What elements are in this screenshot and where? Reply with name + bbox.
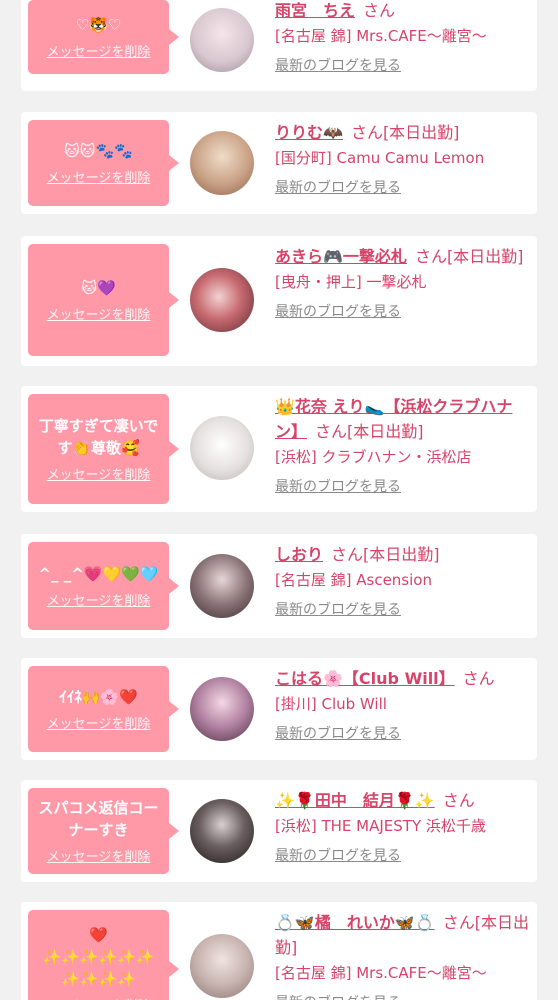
avatar[interactable] — [190, 8, 254, 72]
message-card: 丁寧すぎて凄いで す👏尊敬🥰 メッセージを削除 👑花奈 えり🥿【浜松クラブハナン… — [21, 386, 537, 512]
cast-name-link[interactable]: 雨宮 ちえ — [275, 1, 355, 20]
delete-message-link[interactable]: メッセージを削除 — [47, 464, 151, 483]
message-bubble: 🐱💜 メッセージを削除 — [28, 244, 179, 356]
shop-name: [国分町] Camu Camu Lemon — [275, 149, 485, 167]
cast-name-link[interactable]: こはる🌸【Club Will】 — [275, 669, 455, 688]
message-bubble: ♡🐯♡ メッセージを削除 — [28, 0, 179, 74]
message-text: 🐱💜 — [81, 279, 116, 297]
cast-name-suffix: さん — [462, 669, 495, 688]
delete-message-link[interactable]: メッセージを削除 — [47, 846, 151, 865]
cast-name-suffix: さん[本日出勤] — [331, 545, 440, 564]
cast-name-suffix: さん — [442, 791, 475, 810]
message-card: ｲｲﾈ🙌🌸❤️ メッセージを削除 こはる🌸【Club Will】 さん [掛川] … — [21, 658, 537, 760]
cast-info: 雨宮 ちえ さん [名古屋 錦] Mrs.CAFE〜離宮〜 最新のブログを見る — [275, 0, 529, 75]
latest-blog-link[interactable]: 最新のブログを見る — [275, 723, 401, 743]
avatar[interactable] — [190, 554, 254, 618]
cast-name-link[interactable]: あきら🎮一撃必札 — [275, 247, 407, 266]
shop-name: [浜松] THE MAJESTY 浜松千歳 — [275, 817, 486, 835]
cast-info: しおり さん[本日出勤] [名古屋 錦] Ascension 最新のブログを見る — [275, 542, 529, 619]
latest-blog-link[interactable]: 最新のブログを見る — [275, 599, 401, 619]
latest-blog-link[interactable]: 最新のブログを見る — [275, 177, 401, 197]
cast-info: ✨🌹田中 結月🌹✨ さん [浜松] THE MAJESTY 浜松千歳 最新のブログ… — [275, 788, 529, 865]
delete-message-link[interactable]: メッセージを削除 — [47, 167, 151, 186]
cast-name-suffix: さん — [363, 1, 396, 20]
message-bubble: 丁寧すぎて凄いで す👏尊敬🥰 メッセージを削除 — [28, 394, 179, 504]
cast-name-suffix: さん[本日出勤] — [350, 123, 460, 142]
message-text: 🐱🐱🐾🐾 — [64, 142, 133, 160]
cast-name-link[interactable]: しおり — [275, 545, 323, 564]
message-bubble: ❤️ ✨✨✨✨✨✨ ✨✨✨✨ メッセージを削除 — [28, 910, 179, 1000]
shop-name: [曳舟・押上] 一撃必札 — [275, 273, 427, 291]
avatar[interactable] — [190, 268, 254, 332]
latest-blog-link[interactable]: 最新のブログを見る — [275, 55, 401, 75]
message-card: ❤️ ✨✨✨✨✨✨ ✨✨✨✨ メッセージを削除 💍🦋橘 れいか🦋💍さん[本日出勤… — [21, 902, 537, 1000]
avatar[interactable] — [190, 416, 254, 480]
cast-info: りりむ🦇 さん[本日出勤] [国分町] Camu Camu Lemon 最新のブロ… — [275, 120, 529, 197]
message-bubble: ｲｲﾈ🙌🌸❤️ メッセージを削除 — [28, 666, 179, 752]
message-card: スパコメ返信コー ナーすき メッセージを削除 ✨🌹田中 結月🌹✨ さん [浜松] … — [21, 780, 537, 882]
delete-message-link[interactable]: メッセージを削除 — [47, 713, 151, 732]
message-bubble: スパコメ返信コー ナーすき メッセージを削除 — [28, 788, 179, 874]
shop-name: [名古屋 錦] Mrs.CAFE〜離宮〜 — [275, 27, 487, 45]
shop-name: [浜松] クラブハナン・浜松店 — [275, 448, 472, 466]
message-text: ♡🐯♡ — [75, 16, 122, 34]
cast-name-link[interactable]: 💍🦋橘 れいか🦋💍 — [275, 913, 435, 932]
avatar[interactable] — [190, 677, 254, 741]
cast-info: こはる🌸【Club Will】 さん [掛川] Club Will 最新のブログを… — [275, 666, 529, 743]
message-text: ❤️ ✨✨✨✨✨✨ ✨✨✨✨ — [42, 926, 155, 988]
avatar[interactable] — [190, 799, 254, 863]
cast-info: あきら🎮一撃必札 さん[本日出勤] [曳舟・押上] 一撃必札 最新のブログを見る — [275, 244, 529, 321]
message-bubble: 🐱🐱🐾🐾 メッセージを削除 — [28, 120, 179, 206]
avatar[interactable] — [190, 131, 254, 195]
message-card: 🐱🐱🐾🐾 メッセージを削除 りりむ🦇 さん[本日出勤] [国分町] Camu Ca… — [21, 112, 537, 214]
message-text: ^_ _^💗💛💚🩵 — [38, 565, 159, 583]
avatar[interactable] — [190, 934, 254, 998]
cast-info: 💍🦋橘 れいか🦋💍さん[本日出勤] [名古屋 錦] Mrs.CAFE〜離宮〜 最… — [275, 910, 529, 1000]
delete-message-link[interactable]: メッセージを削除 — [47, 590, 151, 609]
delete-message-link[interactable]: メッセージを削除 — [47, 995, 151, 1000]
shop-name: [掛川] Club Will — [275, 695, 387, 713]
delete-message-link[interactable]: メッセージを削除 — [47, 304, 151, 323]
delete-message-link[interactable]: メッセージを削除 — [47, 41, 151, 60]
cast-name-suffix: さん[本日出勤] — [414, 247, 524, 266]
cast-name-link[interactable]: りりむ🦇 — [275, 123, 343, 142]
latest-blog-link[interactable]: 最新のブログを見る — [275, 476, 401, 496]
message-card: 🐱💜 メッセージを削除 あきら🎮一撃必札 さん[本日出勤] [曳舟・押上] 一撃必… — [21, 236, 537, 366]
shop-name: [名古屋 錦] Mrs.CAFE〜離宮〜 — [275, 964, 487, 982]
message-text: 丁寧すぎて凄いで す👏尊敬🥰 — [38, 417, 159, 457]
latest-blog-link[interactable]: 最新のブログを見る — [275, 992, 401, 1000]
message-card: ♡🐯♡ メッセージを削除 雨宮 ちえ さん [名古屋 錦] Mrs.CAFE〜離宮… — [21, 0, 537, 91]
message-card: ^_ _^💗💛💚🩵 メッセージを削除 しおり さん[本日出勤] [名古屋 錦] A… — [21, 534, 537, 638]
latest-blog-link[interactable]: 最新のブログを見る — [275, 845, 401, 865]
message-bubble: ^_ _^💗💛💚🩵 メッセージを削除 — [28, 542, 179, 630]
shop-name: [名古屋 錦] Ascension — [275, 571, 432, 589]
message-text: ｲｲﾈ🙌🌸❤️ — [59, 688, 138, 706]
latest-blog-link[interactable]: 最新のブログを見る — [275, 301, 401, 321]
message-text: スパコメ返信コー ナーすき — [38, 799, 159, 839]
cast-info: 👑花奈 えり🥿【浜松クラブハナン】 さん[本日出勤] [浜松] クラブハナン・浜松… — [275, 394, 529, 496]
cast-name-suffix: さん[本日出勤] — [315, 422, 424, 441]
cast-name-link[interactable]: ✨🌹田中 結月🌹✨ — [275, 791, 435, 810]
